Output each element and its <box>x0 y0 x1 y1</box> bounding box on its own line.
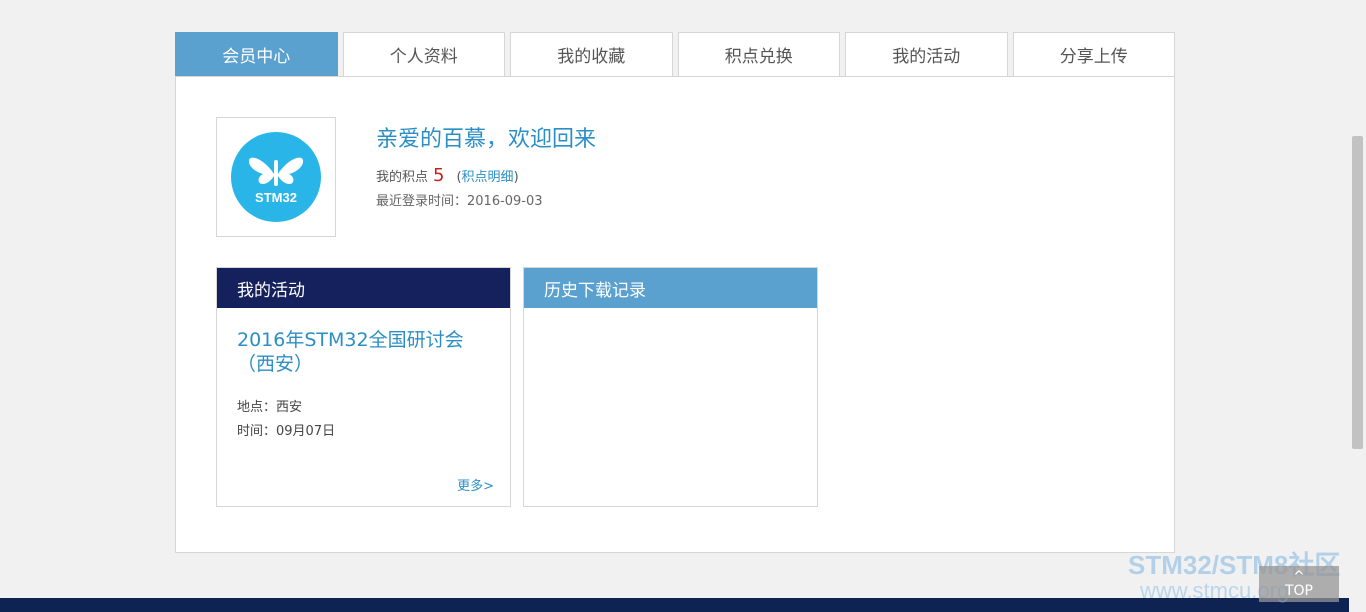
event-title-link[interactable]: 2016年STM32全国研讨会（西安） <box>237 328 490 376</box>
tab-points-exchange[interactable]: 积点兑换 <box>677 32 840 77</box>
event-location: 地点：西安 <box>237 400 303 415</box>
back-to-top-button[interactable]: ^ TOP <box>1259 566 1339 602</box>
points-value: 5 <box>433 165 445 186</box>
my-activities-card: 我的活动 2016年STM32全国研讨会（西安） 地点：西安 时间：09月07日… <box>216 267 511 507</box>
points-detail-link[interactable]: 积点明细 <box>462 166 514 185</box>
points-link-close: ) <box>513 170 519 185</box>
points-row: 我的积点 5 ( 积点明细 ) <box>376 165 519 186</box>
member-tabs: 会员中心 个人资料 我的收藏 积点兑换 我的活动 分享上传 <box>175 32 1175 77</box>
points-label: 我的积点 <box>376 170 429 185</box>
member-center-panel: STM32 亲爱的百慕，欢迎回来 我的积点 5 ( 积点明细 ) 最近登录时间：… <box>175 76 1175 553</box>
top-label: TOP <box>1284 583 1313 599</box>
tab-member-center[interactable]: 会员中心 <box>175 32 338 77</box>
footer-bar <box>0 598 1366 612</box>
download-history-card: 历史下载记录 <box>523 267 818 507</box>
tab-favorites[interactable]: 我的收藏 <box>510 32 673 77</box>
event-info: 地点：西安 时间：09月07日 <box>237 396 490 444</box>
avatar-text: STM32 <box>255 190 297 205</box>
avatar[interactable]: STM32 <box>216 117 336 237</box>
tab-share-upload[interactable]: 分享上传 <box>1012 32 1175 77</box>
my-activities-header: 我的活动 <box>217 268 510 308</box>
scrollbar-thumb[interactable] <box>1352 136 1363 449</box>
stm32-logo-icon: STM32 <box>231 132 321 222</box>
chevron-up-icon: ^ <box>1293 569 1305 585</box>
download-history-header: 历史下载记录 <box>524 268 817 308</box>
tab-my-activities[interactable]: 我的活动 <box>845 32 1008 77</box>
welcome-message: 亲爱的百慕，欢迎回来 <box>376 127 597 152</box>
scrollbar-track[interactable] <box>1349 0 1366 612</box>
more-activities-link[interactable]: 更多> <box>457 475 494 494</box>
event-time: 时间：09月07日 <box>237 424 336 439</box>
last-login-time: 最近登录时间：2016-09-03 <box>376 194 543 209</box>
tab-profile[interactable]: 个人资料 <box>342 32 505 77</box>
